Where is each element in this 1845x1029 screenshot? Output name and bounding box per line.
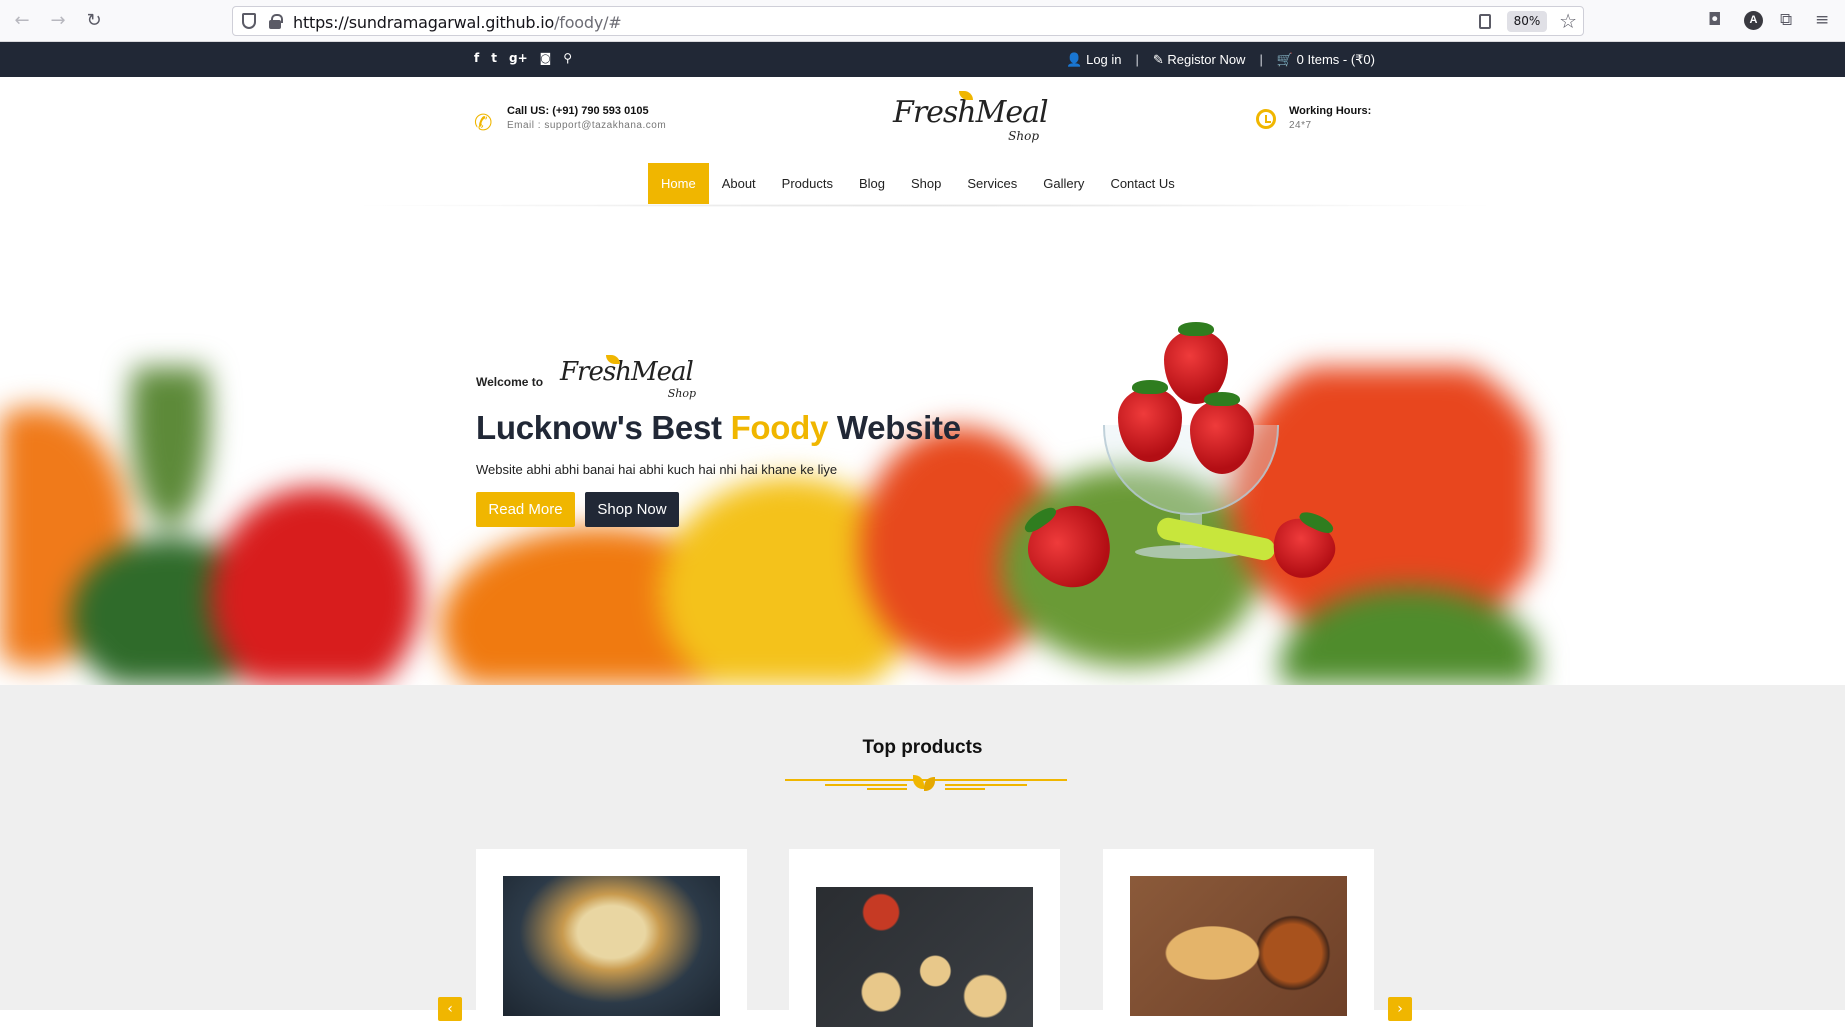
search-icon[interactable]: ⚲ <box>563 51 572 65</box>
hero-subtitle: Website abhi abhi banai hai abhi kuch ha… <box>476 462 838 477</box>
support-email: Email : support@tazakhana.com <box>507 120 667 131</box>
pocket-icon[interactable]: ◘ <box>1708 10 1721 30</box>
logo-subtext: Shop <box>1008 129 1039 143</box>
register-link[interactable]: ✎ Registor Now <box>1153 52 1246 68</box>
section-divider <box>785 773 1067 793</box>
hours-value: 24*7 <box>1289 120 1312 131</box>
site-logo[interactable]: FreshMeal Shop <box>893 91 1049 145</box>
reload-icon[interactable]: ↻ <box>84 11 104 31</box>
carousel-prev-button[interactable]: ‹ <box>438 997 462 1021</box>
top-bar: f t g+ ◙ ⚲ 👤 Log in | ✎ Registor Now | 🛒… <box>0 42 1845 77</box>
address-bar[interactable]: https://sundramagarwal.github.io/foody/#… <box>232 6 1584 36</box>
social-links: f t g+ ◙ ⚲ <box>474 51 572 65</box>
shop-now-button[interactable]: Shop Now <box>585 492 679 527</box>
product-image <box>1130 876 1347 1016</box>
section-title: Top products <box>862 737 983 758</box>
nav-blog[interactable]: Blog <box>846 163 898 204</box>
phone-icon: ✆ <box>474 111 493 136</box>
lock-icon[interactable] <box>269 14 283 29</box>
carousel-next-button[interactable]: › <box>1388 997 1412 1021</box>
back-icon[interactable]: ← <box>12 11 32 31</box>
logo-text: FreshMeal <box>893 95 1049 130</box>
main-nav: Home About Products Blog Shop Services G… <box>648 163 1188 204</box>
nav-home[interactable]: Home <box>648 163 709 204</box>
zoom-level[interactable]: 80% <box>1507 11 1547 32</box>
separator: | <box>1135 52 1139 67</box>
nav-about[interactable]: About <box>709 163 769 204</box>
separator: | <box>1259 52 1263 67</box>
site-header: ✆ Call US: (+91) 790 593 0105 Email : su… <box>0 77 1845 207</box>
product-card[interactable] <box>476 849 747 1029</box>
extensions-icon[interactable]: ⧉ <box>1780 10 1792 30</box>
url-text[interactable]: https://sundramagarwal.github.io/foody/# <box>293 13 622 32</box>
top-products-section: Top products ‹ › <box>0 685 1845 1029</box>
hours-title: Working Hours: <box>1289 105 1372 117</box>
reader-view-icon[interactable] <box>1479 14 1491 29</box>
forward-icon[interactable]: → <box>48 11 68 31</box>
call-number: Call US: (+91) 790 593 0105 <box>507 105 649 117</box>
product-image <box>503 876 720 1016</box>
account-avatar[interactable]: A <box>1744 11 1763 30</box>
cart-link[interactable]: 🛒 0 Items - (₹0) <box>1277 52 1375 68</box>
google-plus-icon[interactable]: g+ <box>509 51 528 65</box>
twitter-icon[interactable]: t <box>491 51 497 65</box>
tracking-protection-icon[interactable] <box>242 13 256 29</box>
logo-text: FreshMeal <box>560 357 694 387</box>
nav-services[interactable]: Services <box>954 163 1030 204</box>
logo-subtext: Shop <box>667 387 696 400</box>
login-label: Log in <box>1086 52 1122 67</box>
hero-banner: Welcome to FreshMeal Shop Lucknow's Best… <box>0 207 1845 685</box>
nav-gallery[interactable]: Gallery <box>1030 163 1097 204</box>
instagram-icon[interactable]: ◙ <box>540 51 552 65</box>
browser-toolbar: ← → ↻ https://sundramagarwal.github.io/f… <box>0 0 1845 42</box>
product-image <box>816 887 1033 1027</box>
leaf-icon <box>913 775 924 789</box>
nav-shop[interactable]: Shop <box>898 163 954 204</box>
welcome-text: Welcome to <box>476 375 544 389</box>
account-links: 👤 Log in | ✎ Registor Now | 🛒 0 Items - … <box>1066 52 1375 68</box>
register-label: Registor Now <box>1167 52 1246 67</box>
cart-label: 0 Items - (₹0) <box>1296 52 1375 67</box>
read-more-button[interactable]: Read More <box>476 492 575 527</box>
login-link[interactable]: 👤 Log in <box>1066 52 1121 68</box>
product-card[interactable] <box>789 849 1060 1029</box>
hero-headline: Lucknow's Best Foody Website <box>476 409 961 446</box>
clock-icon <box>1256 109 1276 129</box>
facebook-icon[interactable]: f <box>474 51 479 65</box>
hero-logo: FreshMeal Shop <box>560 355 700 401</box>
nav-products[interactable]: Products <box>769 163 846 204</box>
product-card[interactable] <box>1103 849 1374 1029</box>
bookmark-star-icon[interactable]: ☆ <box>1559 9 1577 33</box>
menu-icon[interactable]: ≡ <box>1815 10 1829 30</box>
nav-contact[interactable]: Contact Us <box>1097 163 1187 204</box>
